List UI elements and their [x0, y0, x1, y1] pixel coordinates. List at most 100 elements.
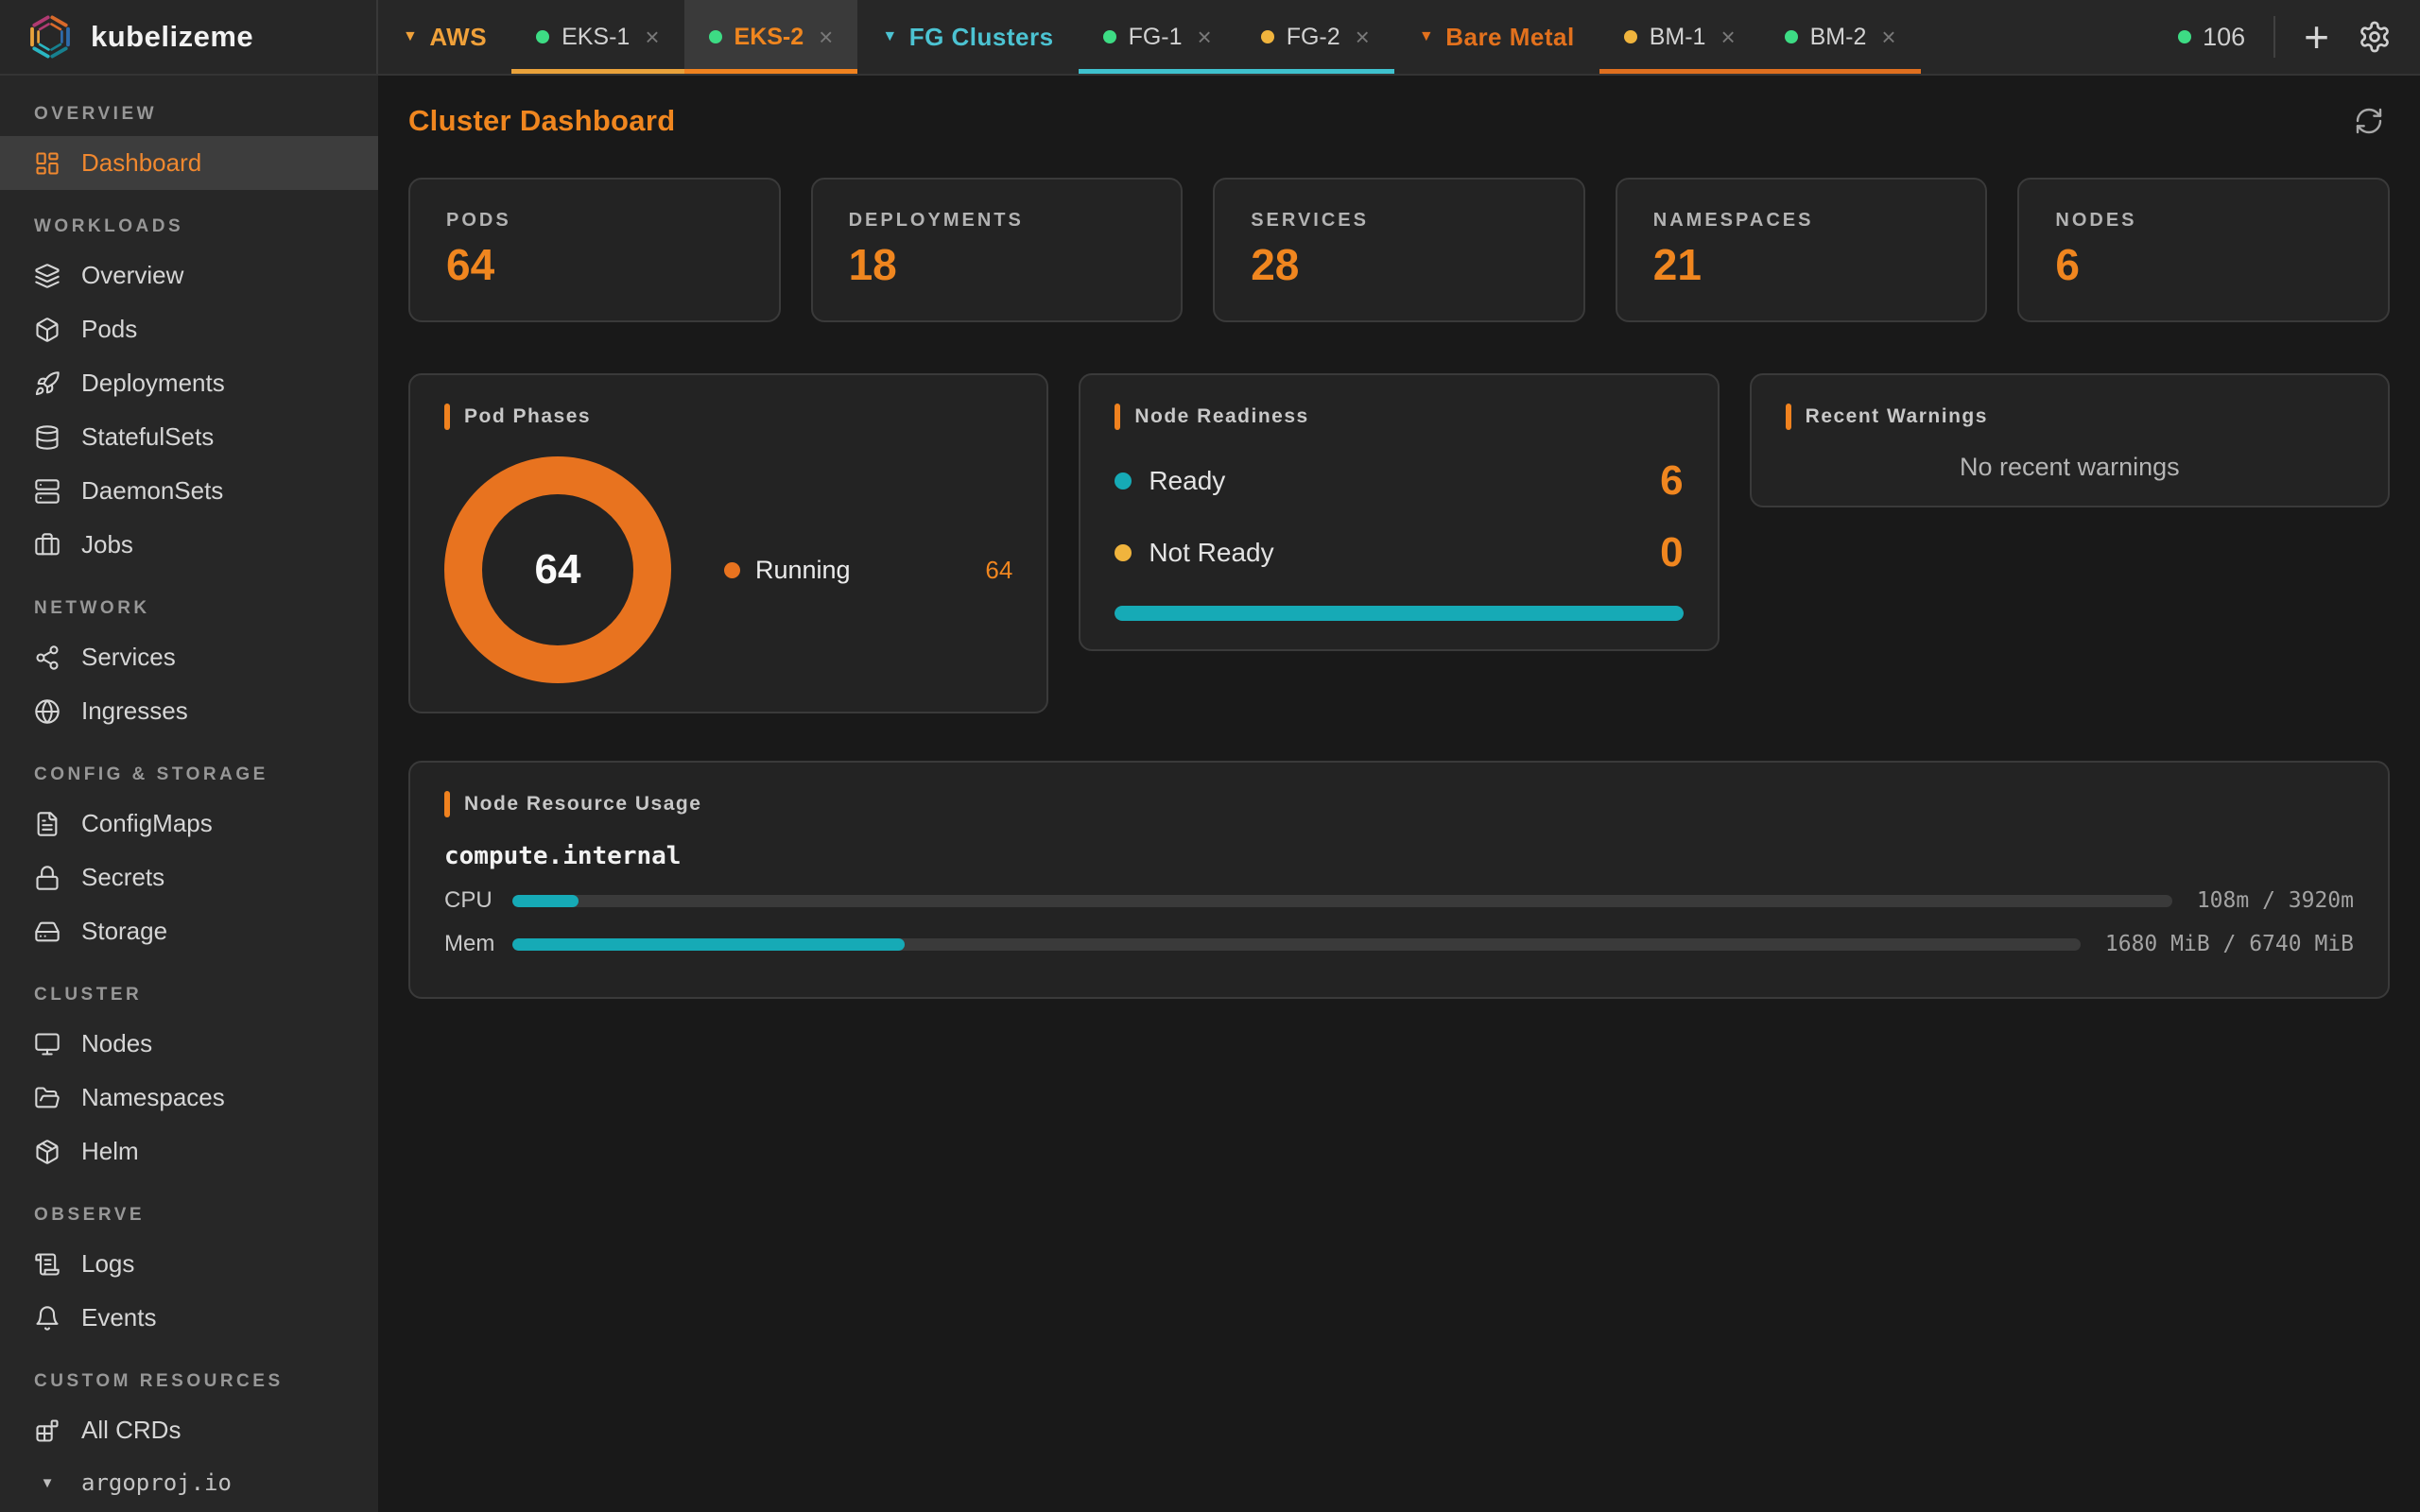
briefcase-icon [34, 532, 60, 558]
close-icon[interactable]: × [645, 25, 659, 49]
tab-bm-1[interactable]: BM-1 × [1599, 0, 1760, 74]
topbar-right: 106 + [2150, 0, 2420, 74]
sidebar-item-daemonsets[interactable]: DaemonSets [0, 464, 378, 518]
tab-group-aws[interactable]: ▼ AWS [378, 0, 511, 74]
sidebar-item-overview[interactable]: Overview [0, 249, 378, 302]
sidebar-item-configmaps[interactable]: ConfigMaps [0, 797, 378, 850]
sidebar-item-application[interactable]: Application [0, 1508, 378, 1512]
refresh-button[interactable] [2354, 106, 2384, 136]
pod-total: 64 [535, 546, 581, 593]
sidebar-item-all-crds[interactable]: All CRDs [0, 1403, 378, 1457]
brand: kubelizeme [0, 0, 378, 74]
sidebar-item-statefulsets[interactable]: StatefulSets [0, 410, 378, 464]
status-dot [1785, 30, 1798, 43]
section-title-workloads: WORKLOADS [0, 190, 378, 249]
stat-value: 64 [446, 239, 743, 290]
card-title: Node Resource Usage [464, 793, 701, 816]
sidebar-item-events[interactable]: Events [0, 1291, 378, 1345]
add-cluster-button[interactable]: + [2304, 15, 2329, 59]
file-text-icon [34, 811, 60, 837]
mem-usage-value: 1680 MiB / 6740 MiB [2105, 932, 2354, 956]
stat-value: 28 [1251, 239, 1547, 290]
accent-bar [444, 404, 450, 430]
crd-grid-icon [34, 1418, 60, 1444]
tab-group-bare-metal[interactable]: ▼ Bare Metal [1394, 0, 1599, 74]
recent-warnings-card: Recent Warnings No recent warnings [1750, 373, 2390, 507]
stat-label: NODES [2055, 210, 2352, 232]
sidebar-item-secrets[interactable]: Secrets [0, 850, 378, 904]
tab-group-fg-clusters[interactable]: ▼ FG Clusters [857, 0, 1078, 74]
sidebar-item-ingresses[interactable]: Ingresses [0, 684, 378, 738]
monitor-icon [34, 1031, 60, 1057]
sidebar-item-services[interactable]: Services [0, 630, 378, 684]
chevron-down-icon: ▼ [34, 1475, 60, 1491]
page-header: Cluster Dashboard [408, 104, 2390, 138]
package-icon [34, 1139, 60, 1165]
pod-phases-donut: 64 [444, 456, 671, 683]
card-title: Pod Phases [464, 405, 591, 428]
tab-eks-1[interactable]: EKS-1 × [511, 0, 683, 74]
sidebar-item-jobs[interactable]: Jobs [0, 518, 378, 572]
accent-bar [1786, 404, 1791, 430]
readiness-value: 6 [1660, 460, 1683, 502]
triangle-down-icon: ▼ [882, 28, 897, 45]
sidebar-item-nodes[interactable]: Nodes [0, 1017, 378, 1071]
resource-row-mem: Mem 1680 MiB / 6740 MiB [444, 931, 2354, 957]
section-title-overview: OVERVIEW [0, 83, 378, 136]
readiness-value: 0 [1660, 532, 1683, 574]
readiness-row-ready: Ready 6 [1115, 460, 1683, 502]
tab-bm-2[interactable]: BM-2 × [1760, 0, 1921, 74]
close-icon[interactable]: × [1356, 25, 1370, 49]
close-icon[interactable]: × [1198, 25, 1212, 49]
page-title: Cluster Dashboard [408, 104, 675, 138]
pod-phases-card: Pod Phases 64 Running 64 [408, 373, 1048, 713]
sidebar-item-argoproj-io[interactable]: ▼ argoproj.io [0, 1457, 378, 1508]
no-warnings-text: No recent warnings [1786, 453, 2354, 482]
tab-underline [1079, 69, 1236, 74]
sidebar-item-logs[interactable]: Logs [0, 1237, 378, 1291]
close-icon[interactable]: × [819, 25, 833, 49]
card-title: Node Readiness [1134, 405, 1308, 428]
card-title-row: Node Resource Usage [444, 791, 2354, 817]
resource-label: CPU [444, 887, 512, 914]
node-name: compute.internal [444, 842, 2354, 870]
bell-icon [34, 1305, 60, 1332]
card-title-row: Recent Warnings [1786, 404, 2354, 430]
close-icon[interactable]: × [1720, 25, 1735, 49]
cube-icon [34, 317, 60, 343]
stat-label: PODS [446, 210, 743, 232]
stat-label: SERVICES [1251, 210, 1547, 232]
sidebar-item-namespaces[interactable]: Namespaces [0, 1071, 378, 1125]
resource-label: Mem [444, 931, 512, 957]
tab-fg-1[interactable]: FG-1 × [1079, 0, 1236, 74]
node-readiness-card: Node Readiness Ready 6 Not Ready 0 [1079, 373, 1719, 651]
card-title-row: Pod Phases [444, 404, 1012, 430]
tab-fg-2[interactable]: FG-2 × [1236, 0, 1394, 74]
topbar: kubelizeme ▼ AWS EKS-1 × EKS-2 × ▼ FG Cl [0, 0, 2420, 76]
tab-eks-2[interactable]: EKS-2 × [684, 0, 858, 74]
section-title-observe: OBSERVE [0, 1178, 378, 1237]
rocket-icon [34, 370, 60, 397]
globe-icon [34, 698, 60, 725]
server-icon [34, 478, 60, 505]
close-icon[interactable]: × [1881, 25, 1895, 49]
stat-card-namespaces: NAMESPACES 21 [1616, 178, 1988, 322]
sidebar-item-deployments[interactable]: Deployments [0, 356, 378, 410]
status-dot [1115, 544, 1132, 561]
section-title-custom-resources: CUSTOM RESOURCES [0, 1345, 378, 1403]
mem-bar-fill [512, 938, 905, 951]
sidebar-item-dashboard[interactable]: Dashboard [0, 136, 378, 190]
scroll-icon [34, 1251, 60, 1278]
legend-dot [724, 562, 740, 578]
settings-button[interactable] [2358, 20, 2392, 54]
section-title-cluster: CLUSTER [0, 958, 378, 1017]
sidebar-item-helm[interactable]: Helm [0, 1125, 378, 1178]
resource-row-cpu: CPU 108m / 3920m [444, 887, 2354, 914]
cpu-bar-fill [512, 895, 579, 907]
gear-icon [2358, 20, 2392, 54]
middle-cards-row: Pod Phases 64 Running 64 [408, 373, 2390, 713]
sidebar-item-storage[interactable]: Storage [0, 904, 378, 958]
readiness-row-not-ready: Not Ready 0 [1115, 532, 1683, 574]
stat-card-deployments: DEPLOYMENTS 18 [811, 178, 1184, 322]
sidebar-item-pods[interactable]: Pods [0, 302, 378, 356]
